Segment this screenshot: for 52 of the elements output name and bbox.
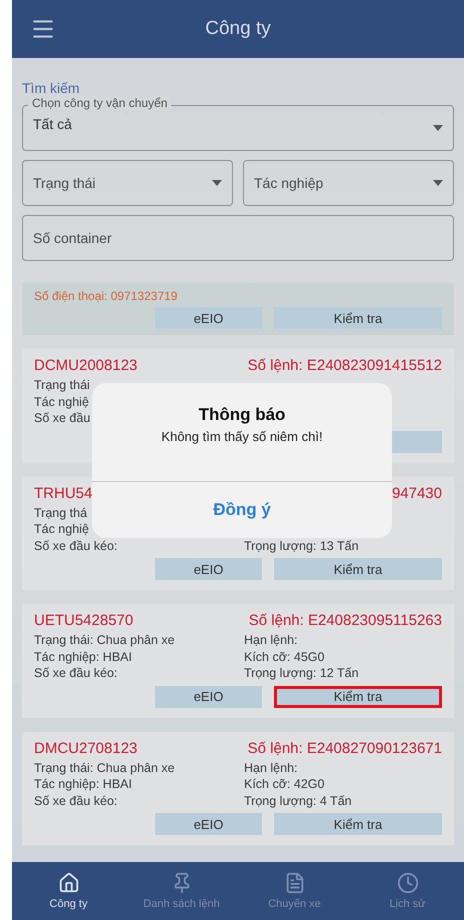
order-detail: Trạng thái xyxy=(34,377,90,394)
container-number: TRHU54 xyxy=(34,484,92,502)
dropdown-caret-icon xyxy=(433,125,443,131)
order-detail: Trọng lượng: 4 Tấn xyxy=(244,792,352,809)
operation-select[interactable]: Tác nghiệp xyxy=(243,160,454,206)
check-button[interactable]: Kiểm tra xyxy=(274,686,442,708)
eeio-button[interactable]: eEIO xyxy=(155,558,262,580)
order-detail: Trọng lượng: 13 Tấn xyxy=(244,538,359,554)
eeio-button[interactable]: eEIO xyxy=(155,686,262,708)
order-detail: Trạng thá xyxy=(34,504,88,521)
nav-tab[interactable]: Công ty xyxy=(12,862,125,920)
container-number: UETU5428570 xyxy=(34,612,134,629)
order-detail: Tác nghiệp: HBAI xyxy=(34,648,132,665)
page-title: Công ty xyxy=(205,18,271,40)
order-detail: Hạn lệnh: xyxy=(244,760,298,776)
order-number: Số lệnh: E240823091415512 xyxy=(248,357,442,374)
select-label: Chọn công ty vận chuyển xyxy=(28,96,172,110)
check-button[interactable]: Kiểm tra xyxy=(274,307,442,329)
dropdown-caret-icon xyxy=(433,180,443,186)
order-detail: Tác nghiệp: HBAI xyxy=(34,776,132,792)
order-number: Số lệnh: E240827090123671 xyxy=(248,740,442,756)
clock-icon xyxy=(396,872,418,894)
dialog-title: Thông báo xyxy=(198,405,286,425)
order-detail: Tác nghiệ xyxy=(34,394,89,410)
eeio-button[interactable]: eEIO xyxy=(155,813,262,835)
container-number: DCMU2008123 xyxy=(34,357,138,374)
order-number: 947430 xyxy=(392,484,442,502)
dropdown-caret-icon xyxy=(212,180,222,186)
order-number: Số lệnh: E240823095115263 xyxy=(248,612,442,629)
order-detail: Trạng thái: Chua phân xe xyxy=(34,632,175,648)
home-icon xyxy=(58,872,80,894)
check-button[interactable]: Kiểm tra xyxy=(274,558,442,580)
order-detail: Kích cỡ: 42G0 xyxy=(244,776,324,792)
confirm-button[interactable]: Đồng ý xyxy=(92,482,392,538)
order-detail: Số xe đầu xyxy=(34,410,90,426)
dialog-message: Không tìm thấy số niêm chì! xyxy=(161,429,323,444)
search-heading: Tìm kiếm xyxy=(22,80,80,96)
order-detail: Trạng thái: Chua phân xe xyxy=(34,760,175,776)
order-detail: Số xe đầu kéo: xyxy=(34,538,118,554)
order-detail: Trọng lượng: 12 Tấn xyxy=(244,665,359,682)
container-number: DMCU2708123 xyxy=(34,740,138,756)
select-value: Tất cả xyxy=(33,116,72,132)
container-field[interactable]: Số container xyxy=(22,215,454,261)
eeio-button[interactable]: eEIO xyxy=(155,307,262,329)
order-detail: Tác nghiệ xyxy=(34,521,89,538)
order-detail: Hạn lệnh: xyxy=(244,632,298,648)
order-detail: Kích cỡ: 45G0 xyxy=(244,648,324,665)
order-detail: Số xe đầu kéo: xyxy=(34,665,118,682)
order-detail: Số xe đầu kéo: xyxy=(34,792,118,809)
status-select[interactable]: Trạng thái xyxy=(22,160,233,206)
phone-number: Số điện thoại: 0971323719 xyxy=(34,289,178,303)
check-button[interactable]: Kiểm tra xyxy=(274,813,442,835)
